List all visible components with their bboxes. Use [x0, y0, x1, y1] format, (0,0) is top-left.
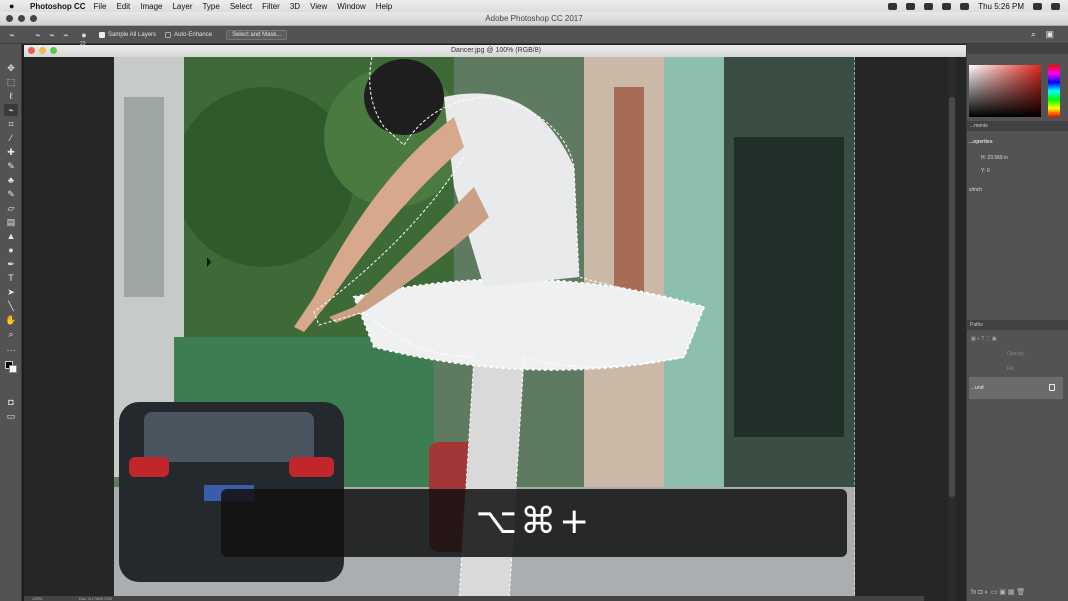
move-tool-icon[interactable]: ✥	[4, 62, 18, 74]
menu-bar: ● Photoshop CC File Edit Image Layer Typ…	[0, 0, 1068, 12]
search-icon[interactable]: ⌕	[1031, 29, 1036, 40]
hand-tool-icon[interactable]: ✋	[4, 314, 18, 326]
color-swatches-icon[interactable]	[4, 360, 18, 376]
color-picker-field[interactable]	[969, 65, 1041, 117]
options-bar: ⌁ ⌁ ⌁ ⌁ ● 23 Sample All Layers Auto-Enha…	[0, 26, 1068, 47]
resolution-unit: s/inch	[969, 187, 983, 193]
wifi-icon[interactable]	[942, 2, 952, 10]
vertical-scrollbar[interactable]	[948, 57, 956, 601]
opacity-label: Opacity:	[1007, 351, 1026, 357]
screen-mode-icon[interactable]: ▭	[4, 410, 18, 422]
new-selection-icon[interactable]: ⌁	[32, 29, 44, 41]
creative-cloud-icon[interactable]	[924, 2, 934, 10]
path-selection-tool-icon[interactable]: ➤	[4, 286, 18, 298]
line-tool-icon[interactable]: ╲	[4, 300, 18, 312]
height-value[interactable]: H: 23.569 in	[981, 155, 1008, 161]
type-tool-icon[interactable]: T	[4, 272, 18, 284]
blur-tool-icon[interactable]: ▲	[4, 230, 18, 242]
comments-panel-tab[interactable]: ...ments	[967, 121, 1068, 131]
color-panel-tab[interactable]	[967, 44, 1068, 54]
menu-3d[interactable]: 3D	[290, 2, 300, 11]
layer-name: ...und	[971, 385, 984, 391]
screen-record-icon[interactable]	[888, 2, 898, 10]
paths-panel-tab[interactable]: Paths	[967, 320, 1068, 330]
history-brush-tool-icon[interactable]: ✎	[4, 188, 18, 200]
app-title-bar: Adobe Photoshop CC 2017	[0, 12, 1068, 26]
document-tab[interactable]: Dancer.jpg @ 100% (RGB/8)	[24, 45, 968, 57]
quick-mask-icon[interactable]: ◘	[4, 396, 18, 408]
marquee-tool-icon[interactable]: ⬚	[4, 76, 18, 88]
menu-type[interactable]: Type	[202, 2, 219, 11]
subtract-from-selection-icon[interactable]: ⌁	[60, 29, 72, 41]
crop-tool-icon[interactable]: ⌗	[4, 118, 18, 130]
menu-edit[interactable]: Edit	[116, 2, 130, 11]
select-and-mask-button[interactable]: Select and Mask...	[226, 29, 288, 40]
lasso-tool-icon[interactable]: ℓ	[4, 90, 18, 102]
document-size: Doc: 6.17M/6.17M	[79, 596, 112, 601]
tools-panel: ✥ ⬚ ℓ ⌁ ⌗ ⁄ ✚ ✎ ♣ ✎ ▱ ▤ ▲ ● ✒ T ➤ ╲ ✋ ⌕ …	[0, 44, 22, 601]
gradient-tool-icon[interactable]: ▤	[4, 216, 18, 228]
eraser-tool-icon[interactable]: ▱	[4, 202, 18, 214]
y-value[interactable]: Y: 0	[981, 168, 990, 174]
volume-icon[interactable]	[960, 2, 970, 10]
eyedropper-tool-icon[interactable]: ⁄	[4, 132, 18, 144]
menu-image[interactable]: Image	[140, 2, 162, 11]
minimize-document-button[interactable]	[39, 47, 46, 54]
menu-filter[interactable]: Filter	[262, 2, 280, 11]
status-tray: Thu 5:26 PM	[888, 0, 1060, 12]
menu-file[interactable]: File	[94, 2, 107, 11]
dropbox-icon[interactable]	[906, 2, 916, 10]
brush-tool-icon[interactable]: ✎	[4, 160, 18, 172]
shortcut-keys: ⌥⌘+	[475, 501, 593, 542]
quick-selection-tool-preset-icon[interactable]: ⌁	[6, 29, 18, 41]
spotlight-icon[interactable]	[1033, 2, 1042, 10]
notification-center-icon[interactable]	[1051, 2, 1060, 10]
status-bar: 100% Doc: 6.17M/6.17M	[24, 596, 924, 601]
sample-all-layers-label: Sample All Layers	[108, 31, 157, 38]
quick-selection-tool-icon[interactable]: ⌁	[4, 104, 18, 116]
sample-all-layers-checkbox[interactable]	[99, 31, 105, 38]
menu-window[interactable]: Window	[337, 2, 365, 11]
menu-layer[interactable]: Layer	[172, 2, 192, 11]
add-to-selection-icon[interactable]: ⌁	[46, 29, 58, 41]
clock[interactable]: Thu 5:26 PM	[978, 2, 1024, 11]
background-layer-row[interactable]: ...und	[969, 377, 1063, 399]
apple-menu-icon[interactable]: ●	[9, 1, 21, 11]
menu-view[interactable]: View	[310, 2, 327, 11]
auto-enhance-label: Auto-Enhance	[174, 31, 213, 38]
dodge-tool-icon[interactable]: ●	[4, 244, 18, 256]
auto-enhance-checkbox[interactable]	[165, 31, 172, 38]
zoom-tool-icon[interactable]: ⌕	[4, 328, 18, 340]
mouse-cursor	[207, 257, 211, 267]
healing-brush-tool-icon[interactable]: ✚	[4, 146, 18, 158]
right-panels: ...ments ...operties H: 23.569 in Y: 0 s…	[966, 44, 1068, 601]
edit-toolbar-icon[interactable]: ···	[4, 344, 18, 356]
document-title: Dancer.jpg @ 100% (RGB/8)	[451, 47, 541, 54]
app-menu[interactable]: Photoshop CC	[30, 2, 86, 11]
menu-select[interactable]: Select	[230, 2, 252, 11]
clone-stamp-tool-icon[interactable]: ♣	[4, 174, 18, 186]
workspace-switcher-icon[interactable]: ▣	[1045, 29, 1054, 40]
properties-panel-title[interactable]: ...operties	[969, 139, 993, 145]
layer-filter-icons[interactable]: ▦ ◐ T ⬚ ▣	[971, 336, 997, 342]
zoom-level[interactable]: 100%	[32, 596, 42, 601]
brush-picker-icon[interactable]: ● 23	[78, 29, 90, 47]
lock-icon	[1049, 384, 1055, 391]
hue-slider[interactable]	[1048, 65, 1060, 117]
menu-help[interactable]: Help	[376, 2, 392, 11]
scrollbar-thumb[interactable]	[949, 97, 955, 497]
zoom-document-button[interactable]	[50, 47, 57, 54]
fill-label: Fill:	[1007, 366, 1015, 372]
app-title: Adobe Photoshop CC 2017	[485, 14, 583, 23]
close-document-button[interactable]	[28, 47, 35, 54]
shortcut-overlay: ⌥⌘+	[221, 489, 847, 557]
layer-actions-icons[interactable]: fx ◘ ◐ ▭ ▣ ▦ 🗑	[971, 588, 1025, 596]
pen-tool-icon[interactable]: ✒	[4, 258, 18, 270]
